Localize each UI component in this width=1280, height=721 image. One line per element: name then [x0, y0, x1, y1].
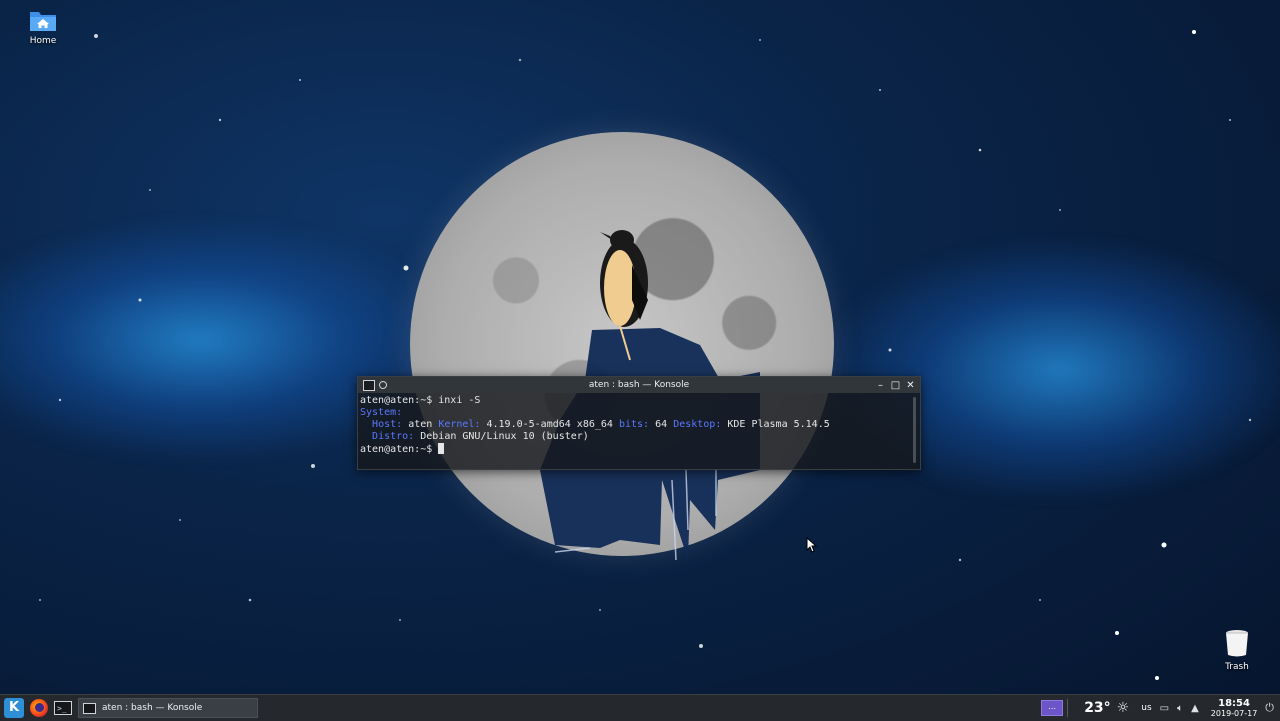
desktop-wallpaper	[0, 0, 1280, 720]
folder-home-icon	[30, 12, 56, 31]
terminal-line-prompt: aten@aten:~$	[360, 443, 918, 456]
pager-separator	[1067, 699, 1078, 717]
firefox-icon[interactable]	[30, 699, 48, 717]
terminal-scrollbar[interactable]	[913, 397, 916, 463]
close-button[interactable]: ✕	[905, 380, 916, 391]
task-label: aten : bash — Konsole	[102, 703, 203, 713]
terminal-line-host: Host: aten Kernel: 4.19.0-5-amd64 x86_64…	[360, 419, 918, 431]
terminal-line-system: System:	[360, 407, 918, 419]
network-icon[interactable]: ▭	[1160, 703, 1169, 714]
mouse-pointer-icon	[806, 537, 818, 553]
text-cursor	[438, 443, 445, 454]
current-prompt: aten@aten:~$	[360, 444, 433, 455]
distro-key: Distro:	[372, 431, 415, 442]
power-icon[interactable]: ⏻	[1265, 701, 1274, 715]
konsole-app-icon[interactable]	[363, 379, 375, 391]
window-titlebar[interactable]: aten : bash — Konsole – □ ✕	[358, 377, 920, 393]
konsole-icon[interactable]: >_	[54, 701, 72, 715]
konsole-window[interactable]: aten : bash — Konsole – □ ✕ aten@aten:~$…	[357, 376, 921, 470]
keyboard-layout[interactable]: us	[1141, 703, 1151, 713]
virtual-desktop-pager[interactable]: ...	[1041, 700, 1064, 716]
clock-date: 2019-07-17	[1210, 708, 1258, 718]
terminal-line-command: aten@aten:~$ inxi -S	[360, 395, 918, 407]
desktop-key: Desktop:	[673, 419, 722, 430]
pin-icon[interactable]	[379, 381, 387, 389]
host-key: Host:	[372, 419, 403, 430]
maximize-button[interactable]: □	[890, 380, 901, 391]
kde-launcher-icon[interactable]: K	[4, 698, 24, 718]
terminal-line-distro: Distro: Debian GNU/Linux 10 (buster)	[360, 431, 918, 443]
weather-sun-icon[interactable]: ☼	[1117, 700, 1130, 716]
weather-temperature[interactable]: 23°	[1084, 700, 1110, 716]
volume-icon[interactable]: 🔈︎	[1177, 703, 1183, 714]
clock-time: 18:54	[1218, 697, 1250, 709]
terminal-area[interactable]: aten@aten:~$ inxi -S System: Host: aten K…	[358, 393, 920, 467]
clock[interactable]: 18:54 2019-07-17	[1211, 698, 1258, 719]
system-tray: ... 23° ☼ us ▭ 🔈︎ ▲ 18:54 2019-07-17 ⏻	[1041, 695, 1280, 721]
kernel-key: Kernel:	[438, 419, 481, 430]
distro-value: Debian GNU/Linux 10 (buster)	[420, 431, 589, 442]
desktop-trash-icon[interactable]: Trash	[1216, 628, 1258, 672]
kernel-value: 4.19.0-5-amd64 x86_64	[486, 419, 613, 430]
trash-icon	[1226, 630, 1248, 657]
window-title: aten : bash — Konsole	[588, 380, 690, 390]
minimize-button[interactable]: –	[875, 380, 886, 391]
home-label: Home	[29, 36, 57, 46]
task-konsole-icon	[83, 702, 96, 714]
bits-value: 64	[655, 419, 668, 430]
command-prompt-text: aten@aten:~$ inxi -S	[360, 395, 481, 406]
host-value: aten	[408, 419, 433, 430]
penguin	[600, 230, 648, 361]
desktop-value: KDE Plasma 5.14.5	[727, 419, 830, 430]
tray-expand-icon[interactable]: ▲	[1191, 703, 1199, 714]
system-label: System:	[360, 407, 403, 418]
trash-label: Trash	[1225, 662, 1249, 672]
task-konsole[interactable]: aten : bash — Konsole	[78, 698, 258, 718]
desktop-home-icon[interactable]: Home	[22, 8, 64, 46]
taskbar: K >_ aten : bash — Konsole ... 23° ☼ us …	[0, 694, 1280, 721]
bits-key: bits:	[618, 419, 650, 430]
